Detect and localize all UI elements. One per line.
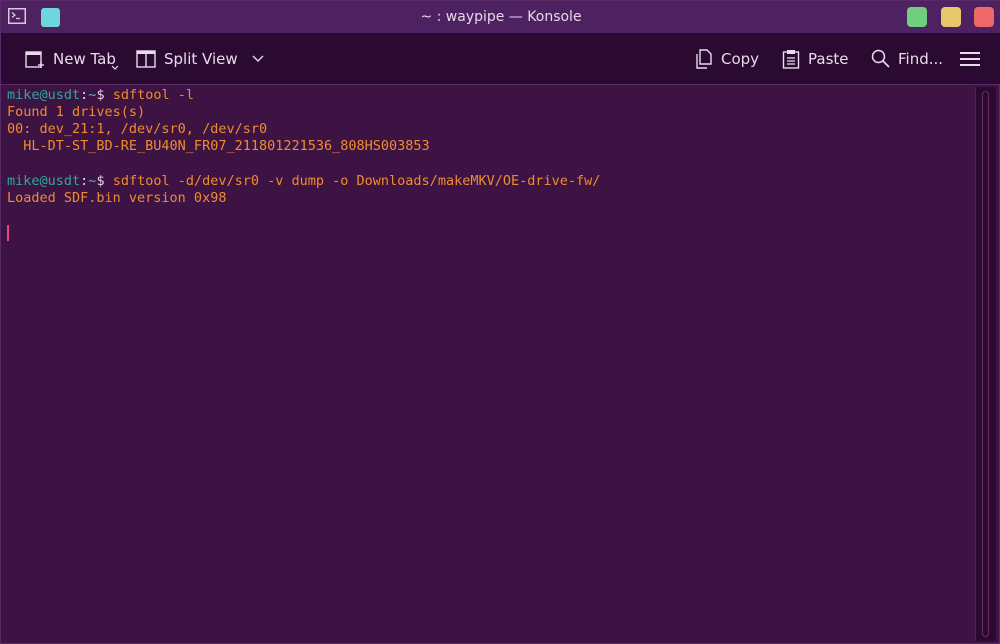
new-tab-label: New Tab xyxy=(53,49,116,68)
paste-button[interactable]: Paste xyxy=(782,33,849,84)
text-cursor xyxy=(7,225,9,241)
close-icon[interactable] xyxy=(974,7,994,27)
hamburger-menu-button[interactable] xyxy=(960,33,980,84)
new-tab-icon xyxy=(25,49,45,69)
search-icon xyxy=(871,49,890,68)
maximize-icon[interactable] xyxy=(941,7,961,27)
command-text: sdftool -d/dev/sr0 -v dump -o Downloads/… xyxy=(104,173,601,189)
scrollbar-track[interactable] xyxy=(982,91,989,637)
scrollbar[interactable] xyxy=(975,87,996,641)
prompt-user: mike@usdt xyxy=(7,173,81,189)
split-view-button[interactable]: Split View xyxy=(136,33,264,84)
prompt-symbol: $ xyxy=(96,87,105,103)
find-label: Find... xyxy=(898,49,944,68)
konsole-window: ~ : waypipe — Konsole New Tab Split View… xyxy=(0,0,1000,644)
terminal-line: Loaded SDF.bin version 0x98 xyxy=(7,190,227,206)
terminal-line: Found 1 drives(s) xyxy=(7,104,146,120)
hamburger-menu-icon xyxy=(960,51,980,67)
terminal-line: mike@usdt:~$ sdftool -l xyxy=(7,87,194,103)
command-text: sdftool -l xyxy=(104,87,194,103)
terminal-line: HL-DT-ST_BD-RE_BU40N_FR07_211801221536_8… xyxy=(7,138,430,154)
find-button[interactable]: Find... xyxy=(871,33,943,84)
terminal-output[interactable]: mike@usdt:~$ sdftool -l Found 1 drives(s… xyxy=(3,85,973,641)
paste-label: Paste xyxy=(808,49,849,68)
window-title: ~ : waypipe — Konsole xyxy=(420,9,582,25)
prompt-symbol: $ xyxy=(96,173,105,189)
terminal-line: 00: dev_21:1, /dev/sr0, /dev/sr0 xyxy=(7,121,268,137)
copy-icon xyxy=(695,48,713,69)
title-bar[interactable]: ~ : waypipe — Konsole xyxy=(1,1,1000,33)
paste-icon xyxy=(782,49,800,69)
split-view-icon xyxy=(136,49,156,69)
chevron-down-icon[interactable] xyxy=(252,55,264,63)
chevron-down-icon xyxy=(111,65,119,71)
split-view-label: Split View xyxy=(164,49,238,68)
minimize-icon[interactable] xyxy=(907,7,927,27)
toolbar: New Tab Split View Copy Paste Find... xyxy=(1,33,1000,85)
terminal-line: mike@usdt:~$ sdftool -d/dev/sr0 -v dump … xyxy=(7,173,601,189)
new-tab-button[interactable]: New Tab xyxy=(25,33,119,84)
copy-label: Copy xyxy=(721,49,760,68)
prompt-user: mike@usdt xyxy=(7,87,81,103)
copy-button[interactable]: Copy xyxy=(695,33,759,84)
